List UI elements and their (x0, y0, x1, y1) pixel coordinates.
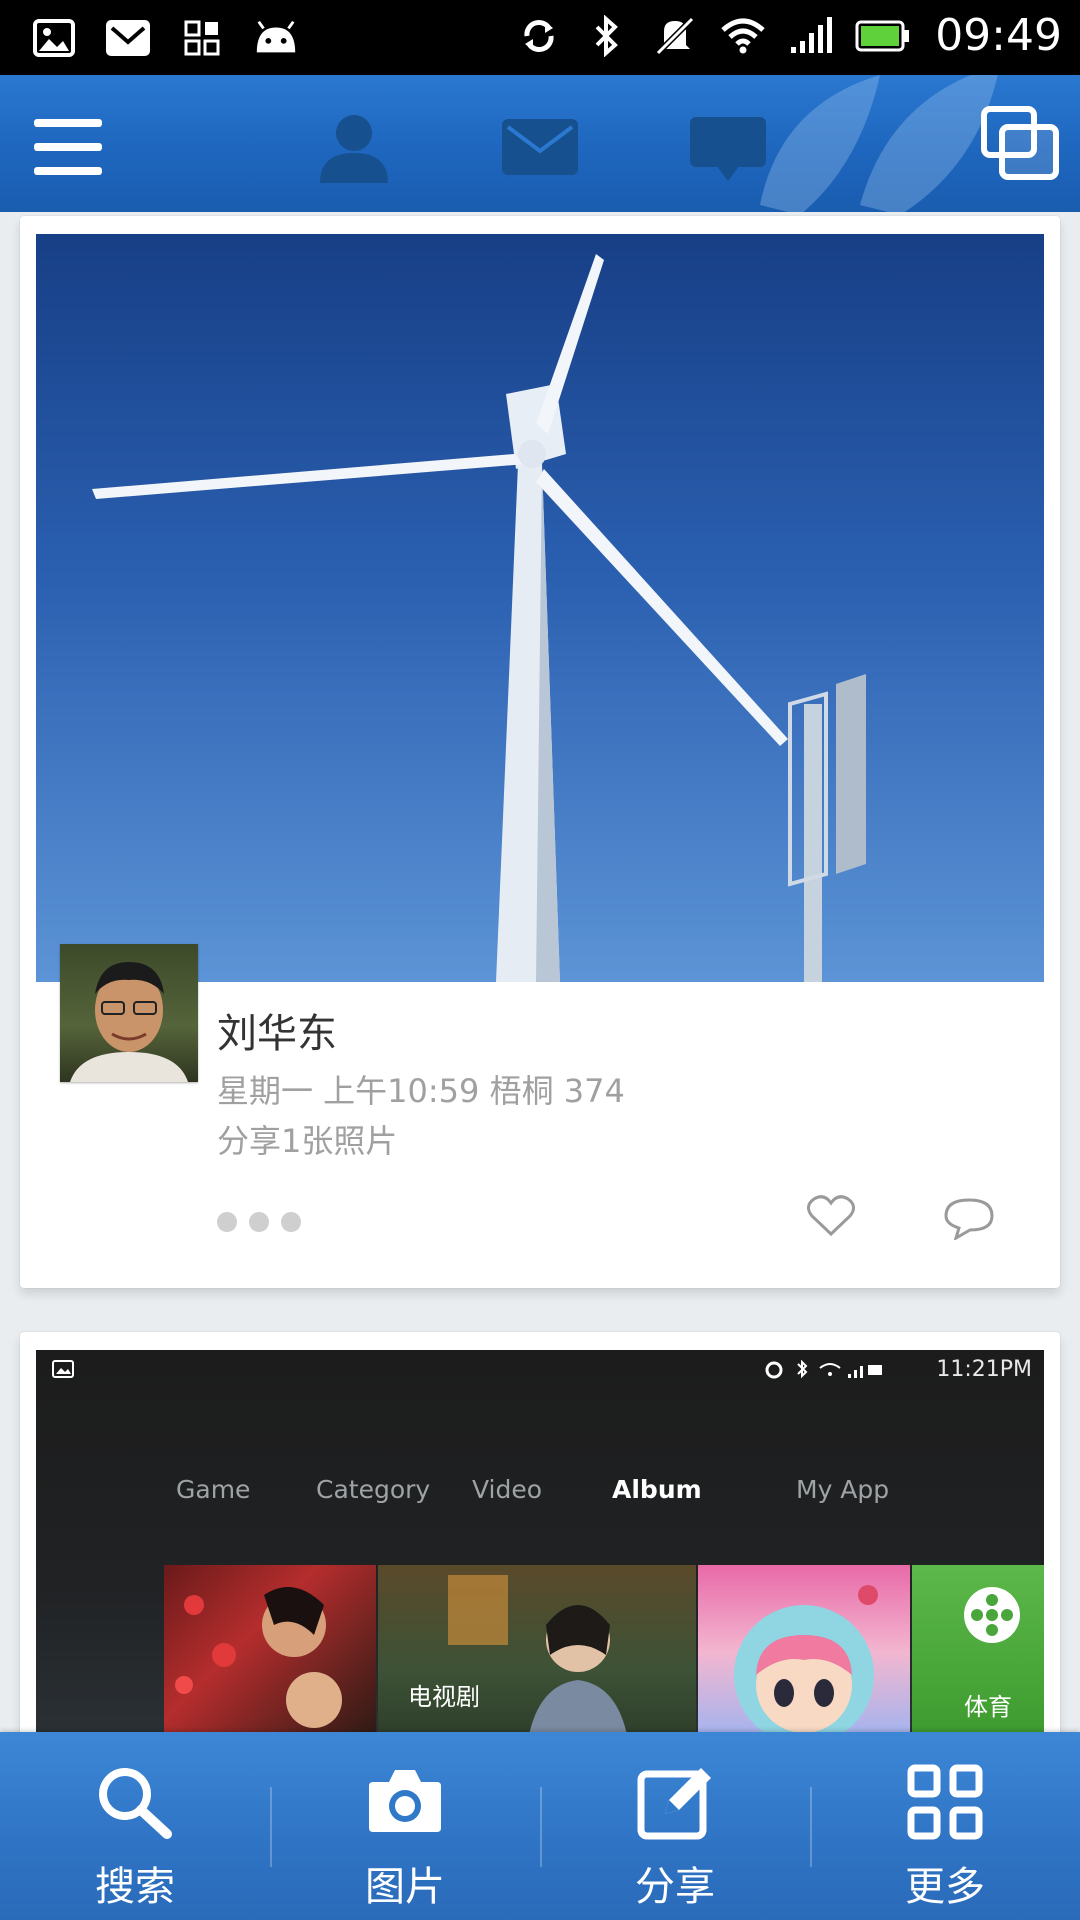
mini-tiles: 电视剧 体育 (164, 1565, 1044, 1732)
share-label: 分享 (635, 1864, 715, 1910)
search-label: 搜索 (95, 1864, 175, 1910)
profile-icon[interactable] (314, 111, 394, 187)
top-bar (0, 75, 1080, 212)
android-icon (252, 14, 300, 62)
photos-button[interactable]: 图片 (270, 1732, 540, 1920)
mini-status-bar: 11:21PM (36, 1350, 1044, 1390)
tile-photo (164, 1565, 376, 1732)
mini-tab-category: Category (316, 1475, 431, 1504)
more-label: 更多 (905, 1864, 985, 1910)
image-icon (30, 14, 78, 62)
bluetooth-icon (583, 12, 631, 60)
mail-icon (104, 14, 152, 62)
post-photo[interactable] (36, 234, 1044, 982)
post-card[interactable]: 11:21PM Game Category Video Album My App… (20, 1332, 1060, 1732)
chat-icon[interactable] (690, 117, 766, 187)
more-button[interactable]: 更多 (810, 1732, 1080, 1920)
clock: 09:49 (935, 10, 1062, 61)
tile-sports: 体育 (912, 1565, 1044, 1732)
mini-tab-video: Video (472, 1475, 543, 1504)
tile-drama: 电视剧 (378, 1565, 696, 1732)
post-author[interactable]: 刘华东 (217, 1001, 337, 1059)
like-button[interactable] (806, 1194, 856, 1242)
heart-icon (807, 1195, 855, 1237)
comment-button[interactable] (944, 1196, 994, 1244)
avatar[interactable] (60, 944, 198, 1082)
post-card[interactable]: 刘华东 星期一 上午10:59 梧桐 374 分享1张照片 (20, 216, 1060, 1288)
post-caption: 分享1张照片 (217, 1122, 398, 1160)
photos-label: 图片 (365, 1864, 445, 1910)
mini-status-icons (765, 1360, 882, 1379)
post-screenshot[interactable]: 11:21PM Game Category Video Album My App… (36, 1350, 1044, 1732)
search-icon (95, 1764, 175, 1844)
tile-label-drama: 电视剧 (408, 1683, 480, 1711)
share-button[interactable]: 分享 (540, 1732, 810, 1920)
search-button[interactable]: 搜索 (0, 1732, 270, 1920)
apps-icon (178, 14, 226, 62)
bottom-nav: 搜索 图片 分享 更多 (0, 1732, 1080, 1920)
more-options-button[interactable] (217, 1212, 301, 1232)
camera-icon (367, 1764, 443, 1840)
comment-icon (944, 1198, 994, 1242)
post-meta: 星期一 上午10:59 梧桐 374 (217, 1072, 625, 1110)
tile-label-sports: 体育 (964, 1693, 1012, 1721)
wifi-icon (719, 12, 767, 60)
menu-icon[interactable] (32, 117, 104, 181)
mute-icon (651, 12, 699, 60)
image-icon (52, 1360, 74, 1378)
tile-anime (698, 1565, 910, 1732)
mini-clock: 11:21PM (936, 1357, 1032, 1382)
battery-icon (855, 12, 911, 60)
status-bar: 09:49 (0, 0, 1080, 75)
mini-tab-my-app: My App (796, 1475, 890, 1504)
sync-icon (515, 12, 563, 60)
grid-icon (907, 1764, 983, 1844)
mini-tab-game: Game (176, 1475, 251, 1504)
signal-icon (787, 12, 835, 60)
window-switch-icon[interactable] (980, 105, 1060, 185)
messages-icon[interactable] (502, 119, 578, 179)
feed[interactable]: 刘华东 星期一 上午10:59 梧桐 374 分享1张照片 11:21PM Ga… (0, 212, 1080, 1732)
edit-icon (637, 1764, 713, 1844)
mini-tab-album: Album (612, 1475, 702, 1504)
